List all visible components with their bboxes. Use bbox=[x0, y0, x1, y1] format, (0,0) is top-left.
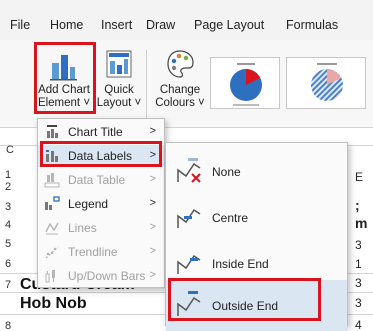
lines-icon bbox=[45, 222, 59, 235]
submenu-arrow-icon: > bbox=[149, 221, 156, 233]
ribbon-separator bbox=[146, 50, 147, 118]
submenu-item-centre[interactable]: Centre bbox=[166, 192, 347, 244]
menu-item-label: Data Table bbox=[68, 173, 126, 187]
name-box-fragment: C bbox=[6, 144, 14, 156]
cell-hob-nob[interactable]: Hob Nob bbox=[20, 295, 87, 315]
submenu-item-label: Inside End bbox=[212, 257, 269, 271]
chart-style-thumbnail-1[interactable] bbox=[210, 57, 280, 109]
tab-draw[interactable]: Draw bbox=[146, 18, 175, 32]
cell-fragment: 3 bbox=[355, 276, 362, 290]
submenu-arrow-icon: > bbox=[149, 197, 156, 209]
tab-formulas[interactable]: Formulas bbox=[286, 18, 338, 32]
palette-icon bbox=[167, 50, 194, 78]
trendline-icon bbox=[45, 246, 59, 259]
cell-fragment: m bbox=[355, 215, 368, 231]
menu-item-label: Up/Down Bars bbox=[68, 269, 146, 283]
cell-fragment: 1 bbox=[355, 257, 362, 271]
chart-title-icon bbox=[47, 125, 58, 138]
pie-style-1-icon bbox=[230, 63, 262, 106]
tab-page-layout[interactable]: Page Layout bbox=[194, 18, 264, 32]
row-number-7: 7 bbox=[4, 279, 12, 291]
tab-file[interactable]: File bbox=[10, 18, 30, 32]
quick-layout-label-1: Quick bbox=[104, 84, 134, 96]
data-table-icon bbox=[44, 173, 60, 188]
row-number-3: 3 bbox=[4, 201, 12, 213]
tab-insert[interactable]: Insert bbox=[101, 18, 132, 32]
chart-style-thumbnail-2[interactable] bbox=[286, 57, 366, 109]
menu-item-label: Trendline bbox=[68, 245, 118, 259]
submenu-item-label: None bbox=[212, 165, 241, 179]
row-number-4: 4 bbox=[4, 219, 12, 231]
row-number-8: 8 bbox=[4, 320, 12, 331]
menu-item-legend[interactable]: Legend > bbox=[38, 193, 164, 215]
highlight-add-chart-element bbox=[34, 42, 96, 114]
pie-style-2-icon bbox=[311, 63, 343, 101]
submenu-item-label: Centre bbox=[212, 211, 249, 225]
cell-fragment: 4 bbox=[355, 318, 362, 331]
cell-fragment: ; bbox=[355, 197, 360, 213]
row-number-2: 2 bbox=[4, 181, 12, 193]
up-down-bars-icon bbox=[45, 270, 55, 283]
inside-end-labels-icon bbox=[177, 254, 201, 274]
row-number-5: 5 bbox=[4, 238, 12, 250]
submenu-arrow-icon: > bbox=[149, 173, 156, 185]
change-colours-label-1: Change bbox=[159, 84, 201, 96]
menu-item-data-table[interactable]: Data Table > bbox=[38, 169, 164, 191]
legend-icon bbox=[45, 196, 60, 210]
cell-fragment: 3 bbox=[355, 238, 362, 252]
change-colours-button[interactable]: Change Colours ˅ bbox=[152, 45, 208, 115]
submenu-arrow-icon: > bbox=[149, 269, 156, 281]
menu-item-label: Chart Title bbox=[68, 125, 123, 139]
submenu-item-none[interactable]: None bbox=[166, 146, 347, 198]
row-number-1: 1 bbox=[4, 169, 12, 181]
menu-item-chart-title[interactable]: Chart Title > bbox=[38, 121, 164, 143]
tab-home[interactable]: Home bbox=[50, 18, 83, 32]
highlight-data-labels bbox=[40, 141, 162, 167]
highlight-outside-end bbox=[168, 278, 321, 321]
submenu-arrow-icon: > bbox=[149, 125, 156, 137]
quick-layout-button[interactable]: Quick Layout ˅ bbox=[96, 45, 142, 115]
menu-item-up-down-bars[interactable]: Up/Down Bars > bbox=[38, 265, 164, 287]
ribbon-tab-bar: File Home Insert Draw Page Layout Formul… bbox=[0, 0, 373, 40]
column-header-e: E bbox=[355, 170, 364, 184]
menu-item-trendline[interactable]: Trendline > bbox=[38, 241, 164, 263]
menu-item-lines[interactable]: Lines > bbox=[38, 217, 164, 239]
no-labels-icon bbox=[177, 158, 201, 183]
row-number-6: 6 bbox=[4, 258, 12, 270]
menu-item-label: Legend bbox=[68, 197, 109, 211]
cell-fragment: 3 bbox=[355, 296, 362, 310]
menu-item-label: Lines bbox=[68, 221, 97, 235]
change-colours-label-2: Colours ˅ bbox=[155, 97, 205, 109]
centre-labels-icon bbox=[177, 208, 201, 228]
quick-layout-icon bbox=[106, 50, 132, 78]
submenu-arrow-icon: > bbox=[149, 245, 156, 257]
quick-layout-label-2: Layout ˅ bbox=[96, 97, 142, 109]
